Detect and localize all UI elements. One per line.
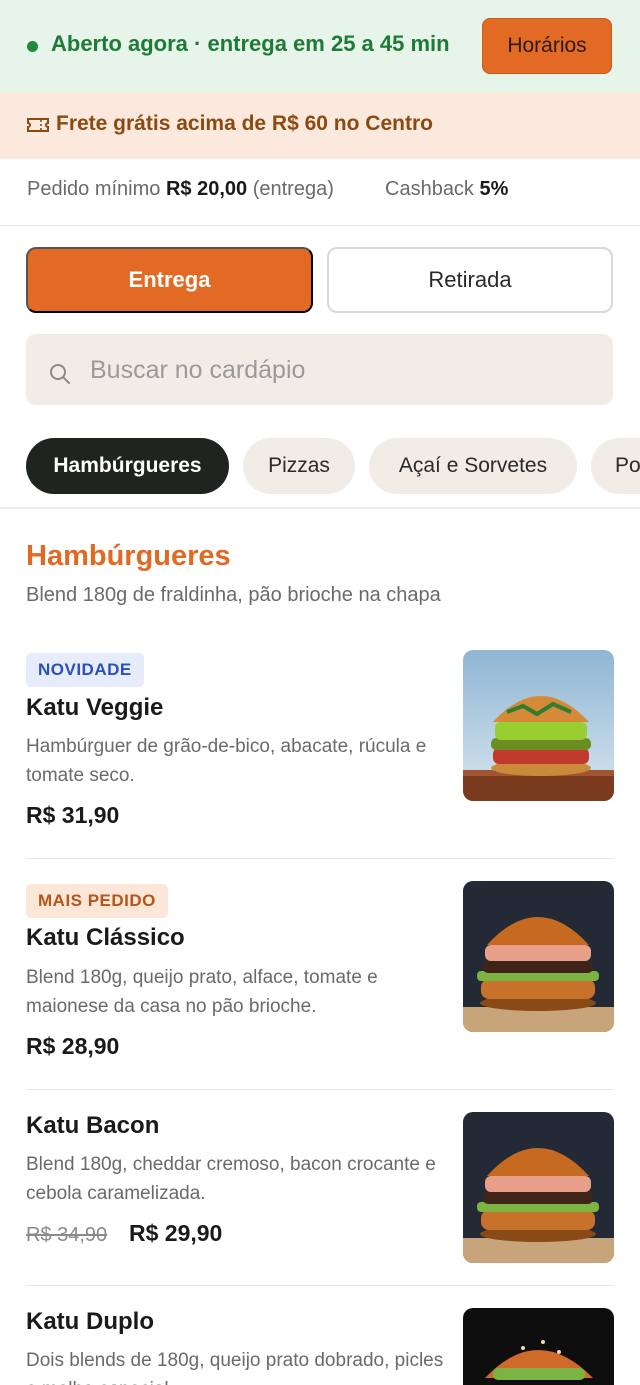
item-photo[interactable] bbox=[463, 1112, 614, 1263]
free-shipping-text: Frete grátis acima de R$ 60 no Centro bbox=[56, 112, 433, 135]
new-badge: NOVIDADE bbox=[26, 653, 144, 687]
open-status-text: Aberto agora · entrega em 25 a 45 min bbox=[51, 31, 450, 56]
min-order-suffix: (entrega) bbox=[252, 178, 334, 200]
section-description: Blend 180g de fraldinha, pão brioche na … bbox=[26, 584, 441, 606]
item-name: Katu Veggie bbox=[26, 694, 164, 721]
pickup-mode-button[interactable]: Retirada bbox=[327, 247, 613, 313]
classic-burger-photo bbox=[463, 881, 614, 1032]
min-order-label: Pedido mínimo bbox=[27, 178, 161, 200]
veggie-burger-photo bbox=[463, 650, 614, 801]
category-divider bbox=[0, 507, 640, 509]
item-old-price: R$ 34,90 bbox=[26, 1224, 108, 1246]
item-name: Katu Duplo bbox=[26, 1308, 154, 1335]
ticket-icon bbox=[27, 118, 49, 132]
item-name: Katu Clássico bbox=[26, 924, 185, 951]
category-chip-partial[interactable]: Po bbox=[591, 438, 640, 494]
item-separator bbox=[26, 1089, 614, 1090]
category-chip-hamburgueres[interactable]: Hambúrgueres bbox=[26, 438, 229, 494]
item-photo[interactable] bbox=[463, 650, 614, 801]
item-price: R$ 29,90 bbox=[129, 1220, 223, 1246]
best-seller-badge: MAIS PEDIDO bbox=[26, 884, 168, 918]
item-name: Katu Bacon bbox=[26, 1112, 160, 1139]
min-order-value: R$ 20,00 bbox=[165, 178, 248, 200]
item-description: Hambúrguer de grão-de-bico, abacate, rúc… bbox=[26, 736, 427, 786]
section-title: Hambúrgueres bbox=[26, 540, 231, 572]
item-photo[interactable] bbox=[463, 1308, 614, 1385]
item-description: Dois blends de 180g, queijo prato dobrad… bbox=[26, 1350, 444, 1385]
cashback-label: Cashback bbox=[385, 178, 474, 200]
item-separator bbox=[26, 858, 614, 859]
search-input[interactable] bbox=[90, 352, 590, 388]
min-order-info: Pedido mínimo R$ 20,00 (entrega) bbox=[27, 178, 334, 201]
category-chip-pizzas[interactable]: Pizzas bbox=[243, 438, 355, 494]
open-status-dot-icon bbox=[27, 41, 38, 52]
item-description: Blend 180g, cheddar cremoso, bacon croca… bbox=[26, 1154, 436, 1204]
item-separator bbox=[26, 1285, 614, 1286]
cashback-value: 5% bbox=[479, 178, 509, 200]
item-photo[interactable] bbox=[463, 881, 614, 1032]
delivery-mode-button[interactable]: Entrega bbox=[26, 247, 313, 313]
item-price: R$ 31,90 bbox=[26, 802, 120, 828]
cashback-info: Cashback 5% bbox=[385, 178, 508, 201]
item-price: R$ 28,90 bbox=[26, 1033, 120, 1059]
bacon-burger-photo bbox=[463, 1112, 614, 1263]
double-burger-photo bbox=[463, 1308, 614, 1385]
category-chip-acai-sorvetes[interactable]: Açaí e Sorvetes bbox=[369, 438, 577, 494]
search-icon bbox=[50, 364, 70, 384]
item-description: Blend 180g, queijo prato, alface, tomate… bbox=[26, 967, 378, 1017]
hours-button[interactable]: Horários bbox=[482, 18, 612, 74]
